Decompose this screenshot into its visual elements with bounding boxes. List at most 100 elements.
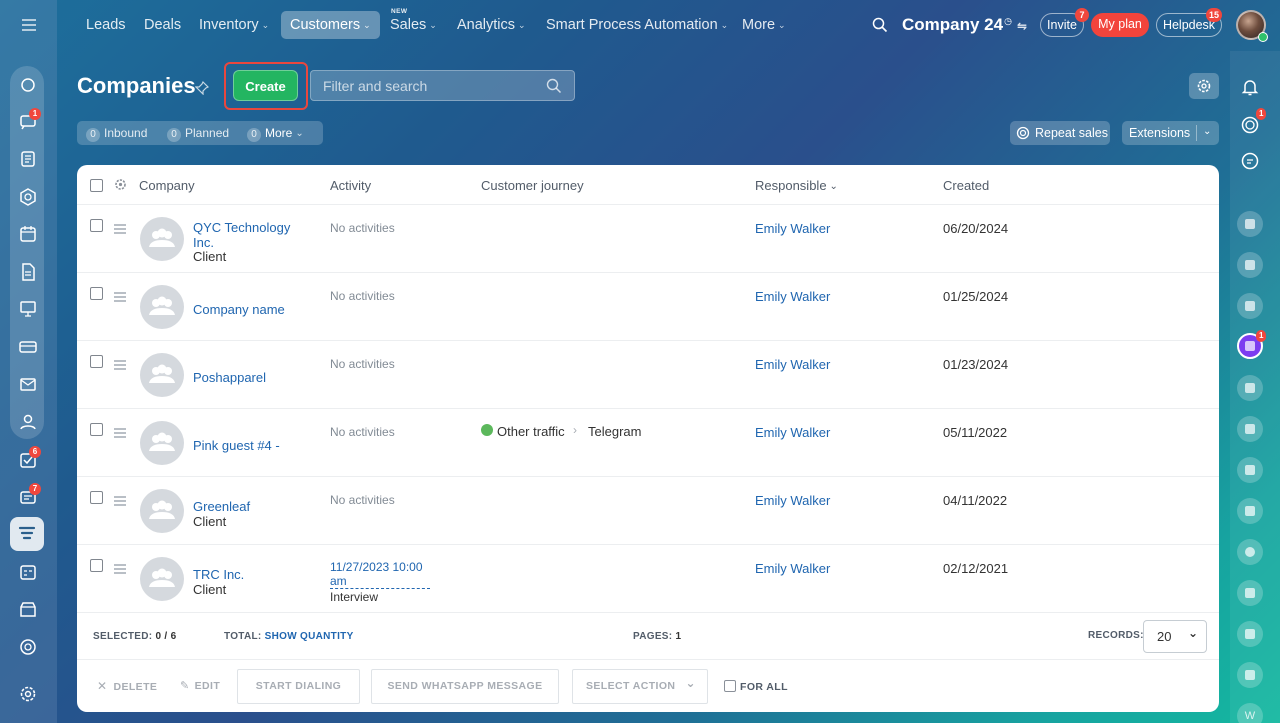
nav-deals[interactable]: Deals	[144, 17, 181, 33]
contacts-icon[interactable]	[17, 411, 39, 433]
table-row[interactable]: TRC Inc. Client 11/27/2023 10:00 am Inte…	[77, 545, 1219, 613]
show-quantity-link[interactable]: SHOW QUANTITY	[265, 631, 354, 642]
drag-handle-icon[interactable]	[114, 564, 126, 574]
send-whatsapp-button[interactable]: SEND WHATSAPP MESSAGE	[371, 669, 559, 704]
responsible-link[interactable]: Emily Walker	[755, 289, 830, 304]
contact-avatar[interactable]	[1237, 498, 1263, 524]
puzzle-icon[interactable]	[17, 74, 39, 96]
row-checkbox[interactable]	[90, 559, 103, 572]
company-link[interactable]: Greenleaf	[193, 499, 313, 514]
column-company[interactable]: Company	[139, 178, 195, 193]
activity-deadline-link[interactable]: 11/27/2023 10:00 am	[330, 560, 430, 589]
nav-more[interactable]: More ⌄	[742, 17, 786, 33]
drag-handle-icon[interactable]	[114, 360, 126, 370]
company-link[interactable]: QYC Technology Inc.	[193, 220, 313, 250]
activity-title[interactable]: Interview	[330, 590, 378, 604]
contact-avatar[interactable]	[1237, 539, 1263, 565]
column-journey[interactable]: Customer journey	[481, 178, 584, 193]
row-checkbox[interactable]	[90, 287, 103, 300]
card-icon[interactable]	[17, 336, 39, 358]
contact-avatar[interactable]	[1237, 662, 1263, 688]
contact-avatar-letter[interactable]: W	[1237, 703, 1263, 723]
mail-icon[interactable]	[17, 373, 39, 395]
responsible-link[interactable]: Emily Walker	[755, 493, 830, 508]
drag-handle-icon[interactable]	[114, 224, 126, 234]
drag-handle-icon[interactable]	[114, 428, 126, 438]
row-checkbox[interactable]	[90, 491, 103, 504]
table-row[interactable]: QYC Technology Inc. Client No activities…	[77, 205, 1219, 273]
table-row[interactable]: Poshapparel No activities Emily Walker 0…	[77, 341, 1219, 409]
contact-avatar[interactable]	[1237, 580, 1263, 606]
company-name[interactable]: Company 24◷ ⇋	[902, 15, 1027, 35]
chevron-down-icon[interactable]: ⌄	[1203, 120, 1211, 144]
delete-button[interactable]: ✕ DELETE	[97, 679, 157, 693]
row-checkbox[interactable]	[90, 219, 103, 232]
contact-avatar[interactable]	[1237, 211, 1263, 237]
nav-analytics[interactable]: Analytics ⌄	[457, 17, 526, 33]
column-activity[interactable]: Activity	[330, 178, 371, 193]
company-link[interactable]: Pink guest #4 -	[193, 438, 313, 453]
start-dialing-button[interactable]: START DIALING	[237, 669, 360, 704]
feed-icon[interactable]	[17, 148, 39, 170]
row-checkbox[interactable]	[90, 423, 103, 436]
responsible-link[interactable]: Emily Walker	[755, 357, 830, 372]
store-icon[interactable]	[17, 598, 39, 620]
nav-sales[interactable]: Sales ⌄	[390, 17, 437, 33]
table-row[interactable]: Greenleaf Client No activities Emily Wal…	[77, 477, 1219, 545]
company-link[interactable]: Company name	[193, 302, 313, 317]
table-row[interactable]: Company name No activities Emily Walker …	[77, 273, 1219, 341]
records-select[interactable]: 20 ⌄	[1143, 620, 1207, 653]
responsible-link[interactable]: Emily Walker	[755, 221, 830, 236]
hexagon-icon[interactable]	[17, 186, 39, 208]
company-link[interactable]: Poshapparel	[193, 370, 313, 385]
responsible-link[interactable]: Emily Walker	[755, 425, 830, 440]
select-all-checkbox[interactable]	[90, 179, 103, 192]
counter-more[interactable]: 0 More ⌄	[247, 126, 304, 142]
contact-avatar[interactable]	[1237, 293, 1263, 319]
crm-funnel-icon[interactable]	[10, 517, 44, 551]
target-icon[interactable]	[17, 636, 39, 658]
contact-avatar[interactable]	[1237, 252, 1263, 278]
menu-icon[interactable]	[19, 15, 39, 35]
planner-icon[interactable]	[17, 561, 39, 583]
column-created[interactable]: Created	[943, 178, 989, 193]
messenger-icon[interactable]	[1240, 151, 1260, 171]
my-plan-button[interactable]: My plan	[1091, 13, 1149, 37]
nav-customers[interactable]: Customers ⌄	[281, 11, 380, 39]
contact-avatar[interactable]	[1237, 457, 1263, 483]
calendar-icon[interactable]	[17, 223, 39, 245]
list-settings-button[interactable]	[1189, 73, 1219, 99]
settings-icon[interactable]	[17, 683, 39, 705]
contact-avatar[interactable]	[1237, 621, 1263, 647]
gear-icon[interactable]	[114, 178, 127, 191]
nav-smart-process[interactable]: Smart Process Automation ⌄	[546, 17, 728, 33]
select-action-dropdown[interactable]: SELECT ACTION ⌄	[572, 669, 708, 704]
filter-search[interactable]	[310, 70, 575, 101]
drag-handle-icon[interactable]	[114, 496, 126, 506]
drag-handle-icon[interactable]	[114, 292, 126, 302]
counter-inbound[interactable]: 0 Inbound	[86, 126, 147, 142]
nav-inventory[interactable]: Inventory ⌄	[199, 17, 269, 33]
repeat-sales-button[interactable]: Repeat sales	[1010, 121, 1110, 145]
counter-planned[interactable]: 0 Planned	[167, 126, 229, 142]
table-row[interactable]: Pink guest #4 - No activities Other traf…	[77, 409, 1219, 477]
bell-icon[interactable]	[1240, 77, 1260, 97]
create-button[interactable]: Create	[233, 70, 298, 101]
presentation-icon[interactable]	[17, 298, 39, 320]
pin-icon[interactable]	[195, 81, 209, 95]
for-all-checkbox[interactable]	[724, 680, 736, 692]
edit-label: EDIT	[194, 680, 221, 692]
contact-avatar[interactable]	[1237, 416, 1263, 442]
search-icon[interactable]	[872, 17, 888, 33]
column-responsible[interactable]: Responsible ⌄	[755, 178, 838, 193]
search-input[interactable]	[323, 77, 543, 95]
contact-avatar[interactable]	[1237, 375, 1263, 401]
nav-leads[interactable]: Leads	[86, 17, 126, 33]
company-link[interactable]: TRC Inc.	[193, 567, 313, 582]
document-icon[interactable]	[17, 261, 39, 283]
row-checkbox[interactable]	[90, 355, 103, 368]
extensions-button[interactable]: Extensions ⌄	[1122, 121, 1219, 145]
edit-button[interactable]: ✎ EDIT	[180, 679, 220, 692]
search-icon[interactable]	[546, 78, 562, 94]
responsible-link[interactable]: Emily Walker	[755, 561, 830, 576]
